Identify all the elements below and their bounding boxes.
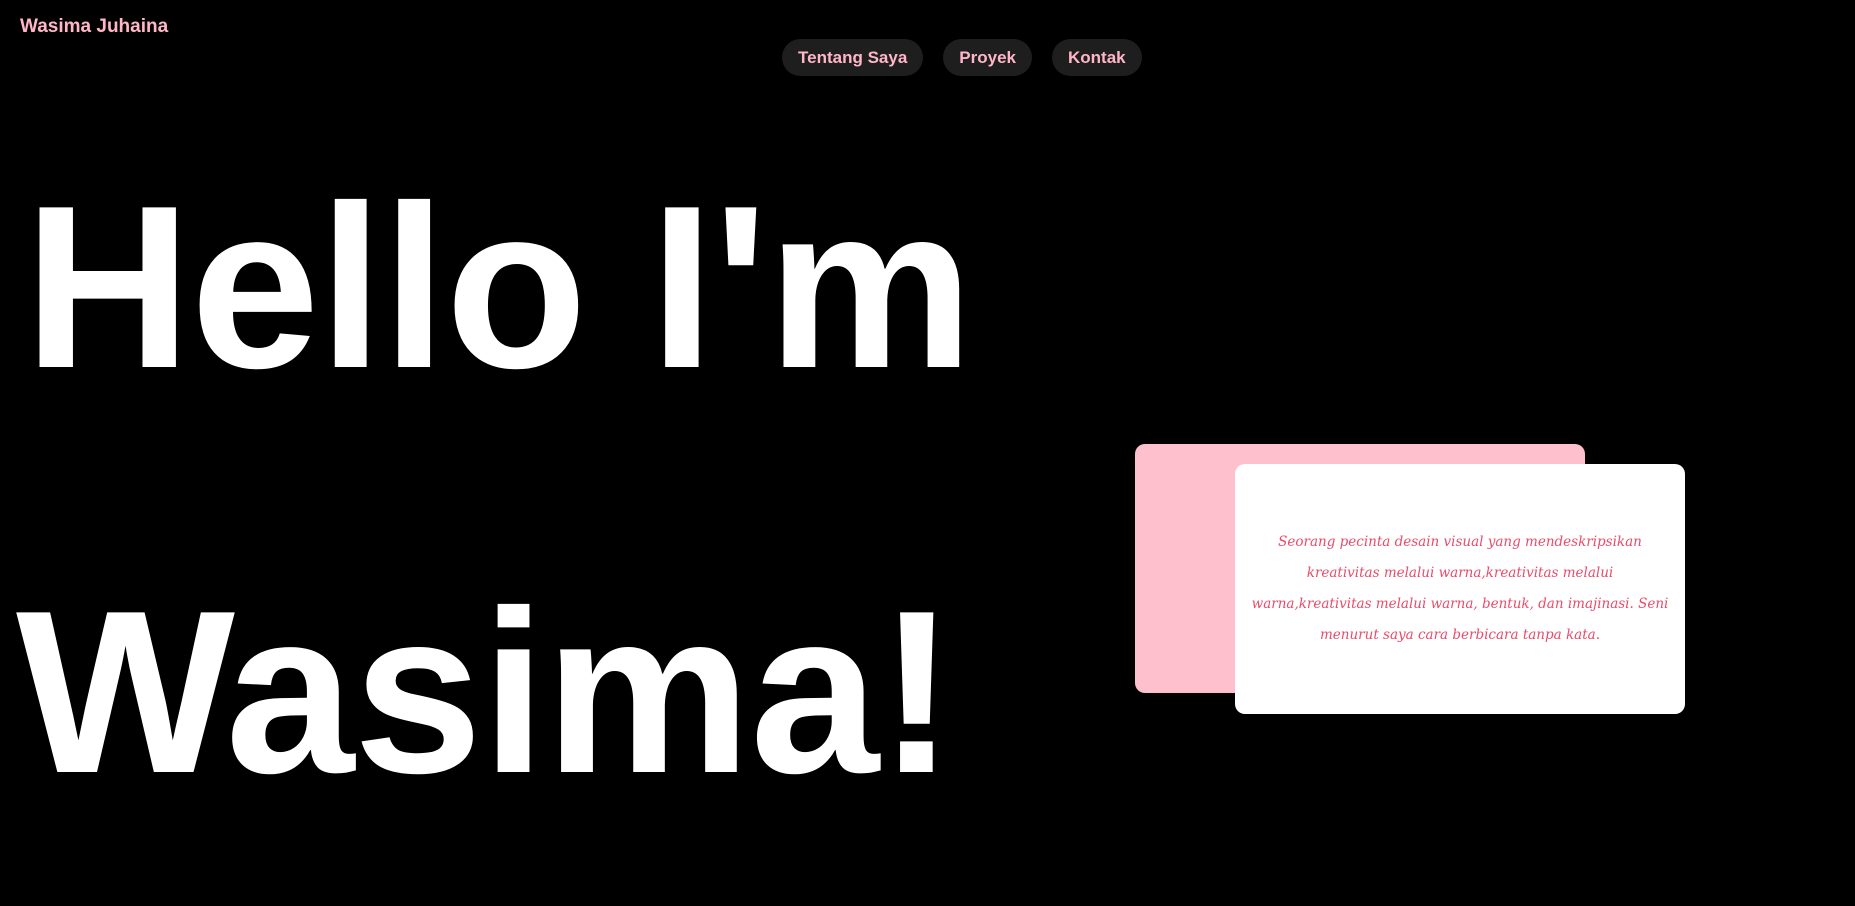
hero-name: Wasima! <box>16 563 955 822</box>
hero-greeting: Hello I'm <box>24 158 974 417</box>
nav-link-proyek[interactable]: Proyek <box>943 39 1032 76</box>
brand-link[interactable]: Wasima Juhaina <box>20 16 168 38</box>
about-card: Seorang pecinta desain visual yang mende… <box>1235 464 1685 714</box>
nav-link-kontak[interactable]: Kontak <box>1051 39 1142 76</box>
nav-link-tentang-saya[interactable]: Tentang Saya <box>782 39 924 76</box>
about-card-text: Seorang pecinta desain visual yang mende… <box>1251 534 1669 643</box>
main-nav: Tentang Saya Proyek Kontak <box>782 39 1142 76</box>
